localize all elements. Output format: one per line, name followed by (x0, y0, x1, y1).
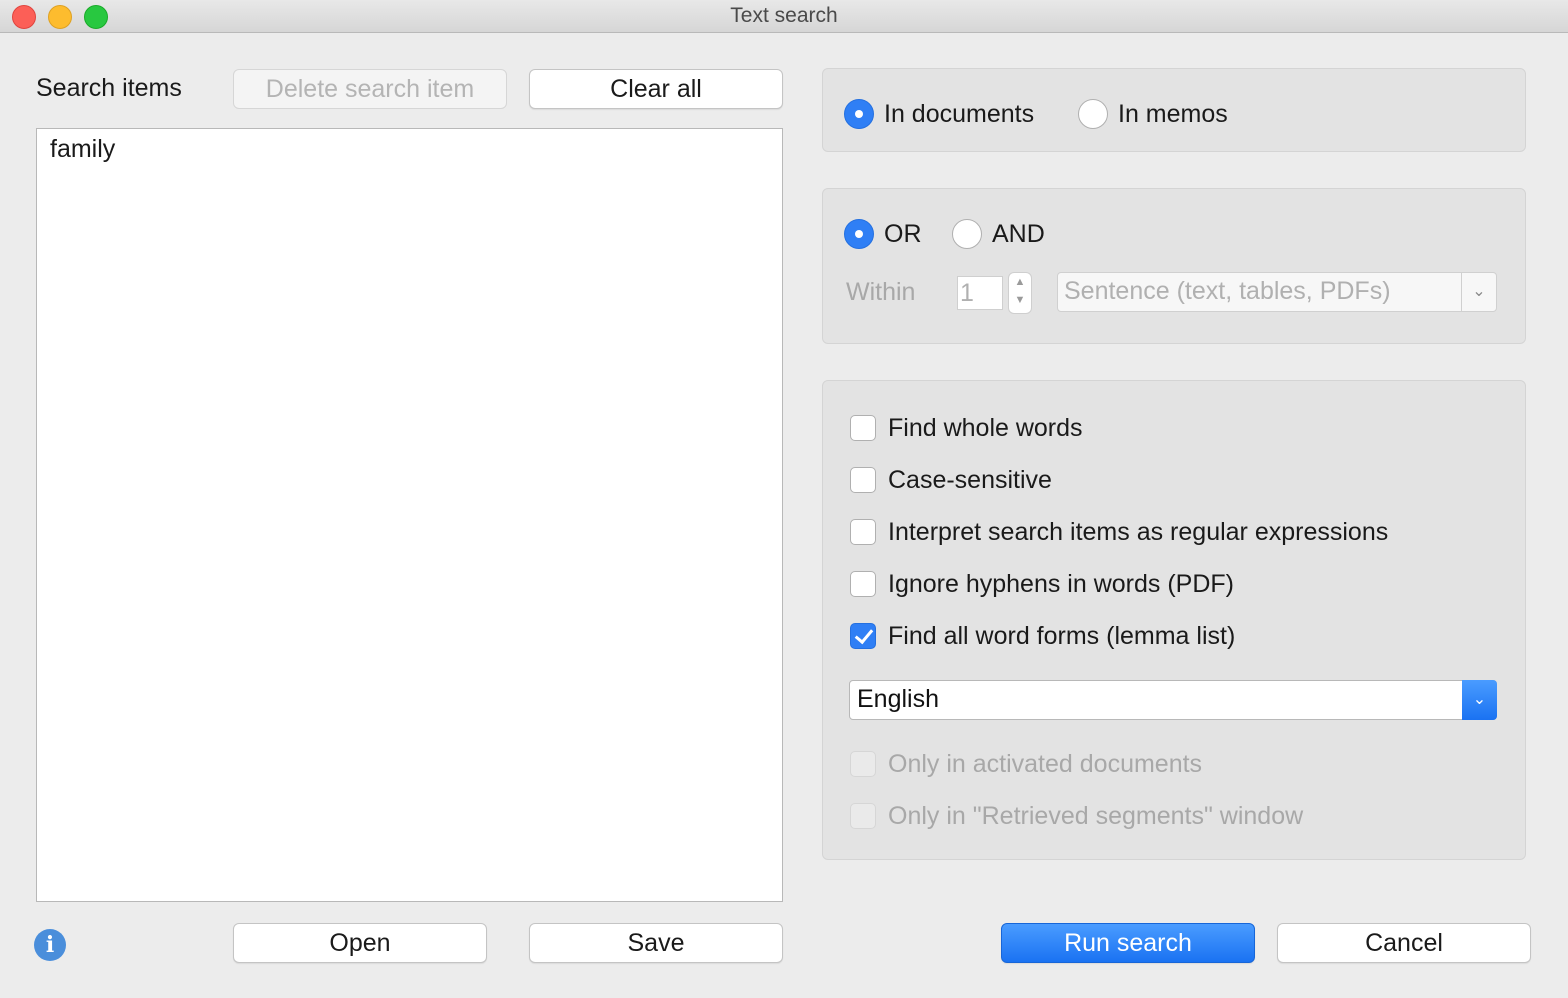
or-radio[interactable] (844, 219, 874, 249)
logic-panel (822, 188, 1526, 344)
find-whole-words-label: Find whole words (888, 414, 1083, 442)
search-items-list[interactable]: family (36, 128, 783, 902)
only-activated-label: Only in activated documents (888, 750, 1203, 778)
only-retrieved-checkbox[interactable] (850, 803, 876, 829)
in-memos-radio[interactable] (1078, 99, 1108, 129)
delete-search-item-button[interactable]: Delete search item (233, 69, 507, 109)
word-forms-checkbox[interactable] (850, 623, 876, 649)
only-retrieved-label: Only in "Retrieved segments" window (888, 802, 1304, 830)
within-unit-value: Sentence (text, tables, PDFs) (1064, 277, 1391, 305)
in-documents-label: In documents (884, 100, 1035, 128)
within-label: Within (846, 278, 916, 306)
options-panel (822, 380, 1526, 860)
cancel-button[interactable]: Cancel (1277, 923, 1531, 963)
case-sensitive-checkbox[interactable] (850, 467, 876, 493)
search-items-label: Search items (36, 74, 182, 102)
stepper-arrows-icon[interactable]: ▲ ▼ (1008, 272, 1032, 314)
and-radio[interactable] (952, 219, 982, 249)
save-button[interactable]: Save (529, 923, 783, 963)
in-documents-radio[interactable] (844, 99, 874, 129)
ignore-hyphens-checkbox[interactable] (850, 571, 876, 597)
clear-all-button[interactable]: Clear all (529, 69, 783, 109)
chevron-down-icon: ⌄ (1461, 273, 1496, 311)
only-activated-checkbox[interactable] (850, 751, 876, 777)
within-unit-select[interactable]: Sentence (text, tables, PDFs) ⌄ (1057, 272, 1497, 312)
find-whole-words-checkbox[interactable] (850, 415, 876, 441)
search-item[interactable]: family (50, 135, 115, 164)
or-label: OR (884, 220, 922, 248)
and-label: AND (992, 220, 1045, 248)
window-title: Text search (730, 4, 838, 27)
within-count-field[interactable]: 1 (957, 276, 1003, 310)
regex-label: Interpret search items as regular expres… (888, 518, 1389, 546)
open-button[interactable]: Open (233, 923, 487, 963)
info-icon[interactable]: i (34, 929, 66, 961)
word-forms-label: Find all word forms (lemma list) (888, 622, 1236, 650)
language-select[interactable]: English ⌄ (849, 680, 1497, 720)
language-value: English (857, 685, 939, 713)
in-memos-label: In memos (1118, 100, 1228, 128)
regex-checkbox[interactable] (850, 519, 876, 545)
title-bar: Text search (0, 0, 1568, 33)
ignore-hyphens-label: Ignore hyphens in words (PDF) (888, 570, 1234, 598)
chevron-down-icon: ⌄ (1462, 680, 1497, 720)
case-sensitive-label: Case-sensitive (888, 466, 1052, 494)
run-search-button[interactable]: Run search (1001, 923, 1255, 963)
